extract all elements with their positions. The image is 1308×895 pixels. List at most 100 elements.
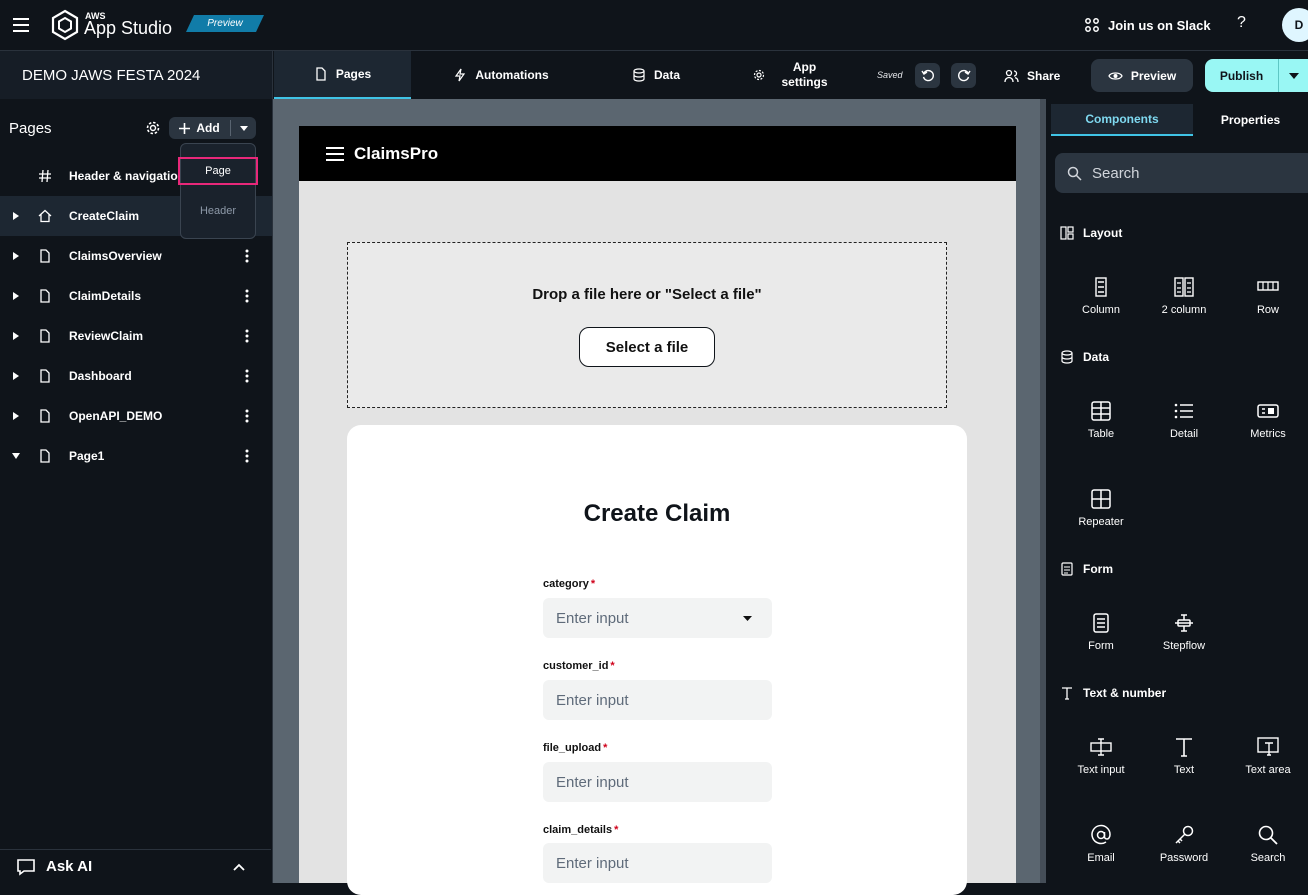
home-icon [38, 209, 52, 223]
sidebar-item-claimsoverview[interactable]: ClaimsOverview [0, 236, 272, 276]
component-metrics[interactable]: Metrics [1226, 400, 1308, 456]
component-detail[interactable]: Detail [1142, 400, 1226, 456]
sidebar-item-label: Dashboard [69, 369, 132, 383]
more-options-icon[interactable] [245, 289, 249, 303]
category-select[interactable]: Enter input [543, 598, 772, 638]
tab-automations[interactable]: Automations [411, 51, 591, 99]
search-icon [1258, 825, 1278, 845]
menu-icon[interactable] [11, 15, 31, 35]
more-options-icon[interactable] [245, 329, 249, 343]
more-options-icon[interactable] [245, 249, 249, 263]
help-icon[interactable]: ? [1237, 14, 1246, 32]
add-page-button[interactable]: Add [169, 117, 256, 139]
plus-icon [179, 122, 191, 134]
caret-right-icon[interactable] [13, 332, 19, 340]
share-label: Share [1027, 68, 1061, 83]
component-text-input[interactable]: Text input [1059, 736, 1143, 792]
sidebar-item-claimdetails[interactable]: ClaimDetails [0, 276, 272, 316]
sidebar-item-label: Header & navigation [69, 169, 181, 183]
add-dropdown-button[interactable] [231, 125, 256, 131]
component-table[interactable]: Table [1059, 400, 1143, 456]
caret-right-icon[interactable] [13, 372, 19, 380]
menu-item-header[interactable]: Header [180, 200, 256, 222]
ask-ai-label: Ask AI [46, 858, 93, 875]
component-repeater[interactable]: Repeater [1059, 488, 1143, 544]
section-data: Data [1060, 348, 1109, 366]
caret-down-icon[interactable] [12, 453, 20, 459]
file-upload-input[interactable]: Enter input [543, 762, 772, 802]
caret-right-icon[interactable] [13, 212, 19, 220]
publish-dropdown-button[interactable] [1278, 59, 1308, 92]
caret-right-icon[interactable] [13, 292, 19, 300]
select-file-button[interactable]: Select a file [579, 327, 715, 367]
tab-properties[interactable]: Properties [1193, 104, 1308, 136]
field-label-file-upload: file_upload * [543, 742, 608, 754]
tab-app-settings[interactable]: App settings [721, 51, 868, 99]
sidebar-item-dashboard[interactable]: Dashboard [0, 356, 272, 396]
pages-settings-icon[interactable] [145, 120, 161, 136]
sidebar-item-openapi-demo[interactable]: OpenAPI_DEMO [0, 396, 272, 436]
row-icon [1257, 281, 1279, 291]
more-options-icon[interactable] [245, 369, 249, 383]
table-icon [1091, 401, 1111, 421]
component-stepflow[interactable]: Stepflow [1142, 612, 1226, 668]
text-icon [1176, 738, 1192, 757]
text-area-icon [1257, 737, 1279, 756]
key-icon [1175, 825, 1194, 844]
page-icon [38, 409, 52, 423]
sidebar-item-reviewclaim[interactable]: ReviewClaim [0, 316, 272, 356]
component-text-area[interactable]: Text area [1226, 736, 1308, 792]
at-icon [1091, 824, 1111, 845]
ask-ai-bar[interactable]: Ask AI [0, 849, 271, 883]
more-options-icon[interactable] [245, 409, 249, 423]
avatar[interactable]: D [1282, 8, 1308, 42]
join-slack-link[interactable]: Join us on Slack [1084, 14, 1211, 36]
redo-button[interactable] [951, 63, 976, 88]
brand-name: App Studio [84, 18, 173, 38]
two-column-icon [1174, 277, 1194, 297]
page-icon [38, 449, 52, 463]
publish-button[interactable]: Publish [1205, 59, 1308, 92]
layout-icon [1060, 226, 1074, 240]
component-password[interactable]: Password [1142, 824, 1226, 880]
repeater-icon [1091, 489, 1111, 509]
sidebar-item-label: ClaimDetails [69, 289, 142, 303]
customer-id-input[interactable]: Enter input [543, 680, 772, 720]
tab-data[interactable]: Data [591, 51, 721, 99]
sidebar-item-page1[interactable]: Page1 [0, 436, 272, 476]
claim-details-input[interactable]: Enter input [543, 843, 772, 883]
tab-pages[interactable]: Pages [274, 51, 411, 99]
field-label-category: category * [543, 578, 596, 590]
component-search[interactable]: Search [1226, 824, 1308, 880]
page-icon [38, 289, 52, 303]
top-bar: AWS App Studio Preview Join us on Slack … [0, 0, 1308, 51]
bolt-icon [455, 68, 466, 82]
tab-components[interactable]: Components [1051, 104, 1193, 136]
menu-item-page[interactable]: Page [178, 157, 258, 185]
metrics-icon [1257, 404, 1279, 418]
preview-label: Preview [1130, 68, 1177, 83]
tab-app-settings-label: App settings [781, 60, 828, 89]
menu-icon[interactable] [326, 146, 344, 162]
component-email[interactable]: Email [1059, 824, 1143, 880]
sidebar-item-label: ReviewClaim [69, 329, 144, 343]
component-search-input[interactable]: Search [1055, 153, 1308, 193]
component-form[interactable]: Form [1059, 612, 1143, 668]
component-column[interactable]: Column [1059, 276, 1143, 332]
preview-button[interactable]: Preview [1091, 59, 1193, 92]
share-button[interactable]: Share [1004, 63, 1060, 88]
undo-button[interactable] [915, 63, 940, 88]
preview-badge: Preview [186, 15, 264, 32]
gear-icon [753, 69, 764, 81]
caret-right-icon[interactable] [13, 252, 19, 260]
caret-right-icon[interactable] [13, 412, 19, 420]
page-icon [38, 329, 52, 343]
component-text[interactable]: Text [1142, 736, 1226, 792]
file-dropzone[interactable] [347, 242, 947, 408]
component-2-column[interactable]: 2 column [1142, 276, 1226, 332]
more-options-icon[interactable] [245, 449, 249, 463]
eye-icon [1108, 71, 1123, 80]
stepflow-icon [1175, 614, 1193, 632]
component-row[interactable]: Row [1226, 276, 1308, 332]
search-icon [1067, 166, 1082, 181]
